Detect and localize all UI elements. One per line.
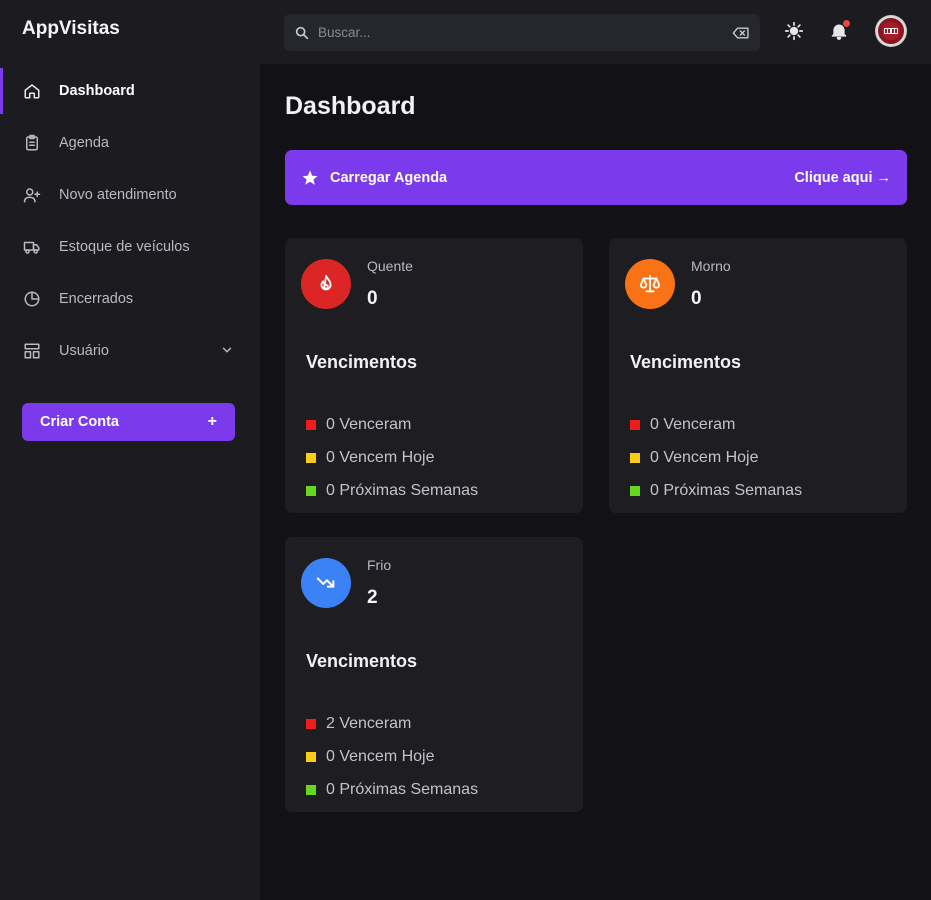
due-list: 0 Venceram 0 Vencem Hoje 0 Próximas Sema…	[630, 408, 802, 507]
search-box[interactable]	[284, 14, 760, 51]
card-value: 2	[367, 587, 378, 608]
pie-chart-icon	[22, 289, 42, 309]
list-item: 0 Próximas Semanas	[306, 773, 478, 806]
banner-link[interactable]: Clique aqui →	[794, 170, 891, 186]
card-icon-circle	[301, 558, 351, 608]
list-item-text: 0 Venceram	[326, 415, 412, 433]
app-title: AppVisitas	[22, 18, 120, 39]
list-item: 0 Próximas Semanas	[306, 474, 478, 507]
status-square	[630, 419, 640, 430]
user-plus-icon	[22, 185, 42, 205]
sidebar: AppVisitas Dashboard Agenda Novo atendim…	[0, 0, 260, 900]
status-card-morno: Morno 0 Vencimentos 0 Venceram 0 Vencem …	[609, 238, 907, 513]
card-value: 0	[367, 288, 378, 309]
clear-icon[interactable]	[732, 26, 750, 40]
card-icon-circle	[625, 259, 675, 309]
status-square	[306, 751, 316, 762]
sidebar-item-label: Encerrados	[59, 291, 134, 307]
sidebar-item-encerrados[interactable]: Encerrados	[0, 273, 260, 325]
sidebar-item-label: Novo atendimento	[59, 187, 177, 203]
due-list: 2 Venceram 0 Vencem Hoje 0 Próximas Sema…	[306, 707, 478, 806]
list-item-text: 0 Próximas Semanas	[650, 481, 803, 499]
card-value: 0	[691, 288, 702, 309]
card-label: Quente	[367, 258, 413, 274]
list-item-text: 0 Vencem Hoje	[326, 448, 435, 466]
sidebar-item-label: Dashboard	[59, 83, 135, 99]
status-square	[306, 718, 316, 729]
topbar	[260, 0, 931, 64]
sidebar-item-usuario[interactable]: Usuário	[0, 325, 260, 377]
status-square	[630, 452, 640, 463]
brand-logo-icon	[876, 16, 906, 46]
list-item-text: 0 Venceram	[650, 415, 736, 433]
list-item-text: 0 Próximas Semanas	[326, 481, 479, 499]
status-square	[306, 419, 316, 430]
status-square	[306, 784, 316, 795]
page-title: Dashboard	[285, 92, 416, 120]
due-list: 0 Venceram 0 Vencem Hoje 0 Próximas Sema…	[306, 408, 478, 507]
create-account-label: Criar Conta	[40, 414, 119, 430]
list-item-text: 0 Vencem Hoje	[326, 747, 435, 765]
sidebar-item-label: Usuário	[59, 343, 109, 359]
truck-icon	[22, 237, 42, 257]
status-square	[306, 485, 316, 496]
list-item: 0 Vencem Hoje	[630, 441, 802, 474]
list-item: 0 Venceram	[630, 408, 802, 441]
card-icon-circle	[301, 259, 351, 309]
flame-icon	[320, 274, 332, 291]
clipboard-icon	[22, 133, 42, 153]
card-heading: Vencimentos	[630, 352, 742, 372]
sidebar-item-novo-atendimento[interactable]: Novo atendimento	[0, 169, 260, 221]
load-agenda-banner[interactable]: Carregar Agenda Clique aqui →	[285, 150, 907, 205]
scale-icon	[639, 274, 661, 293]
search-icon	[295, 26, 309, 39]
list-item: 0 Vencem Hoje	[306, 441, 478, 474]
sidebar-item-label: Agenda	[59, 135, 109, 151]
notifications-button[interactable]	[828, 20, 850, 42]
list-item-text: 0 Próximas Semanas	[326, 780, 479, 798]
home-icon	[22, 81, 42, 101]
chevron-down-icon[interactable]	[220, 343, 234, 357]
sidebar-item-label: Estoque de veículos	[59, 239, 190, 255]
list-item: 0 Próximas Semanas	[630, 474, 802, 507]
sidebar-nav: Dashboard Agenda Novo atendimento Estoqu…	[0, 65, 260, 377]
status-card-quente: Quente 0 Vencimentos 0 Venceram 0 Vencem…	[285, 238, 583, 513]
layout-icon	[22, 341, 42, 361]
list-item-text: 2 Venceram	[326, 714, 412, 732]
trending-down-icon	[316, 577, 335, 588]
sidebar-item-dashboard[interactable]: Dashboard	[0, 65, 260, 117]
sun-icon	[784, 21, 804, 41]
theme-toggle-button[interactable]	[783, 20, 805, 42]
notification-dot	[843, 20, 850, 27]
list-item-text: 0 Vencem Hoje	[650, 448, 759, 466]
create-account-button[interactable]: Criar Conta +	[22, 403, 235, 441]
star-icon	[302, 170, 318, 185]
card-heading: Vencimentos	[306, 651, 418, 671]
status-square	[630, 485, 640, 496]
card-label: Morno	[691, 258, 731, 274]
list-item: 0 Vencem Hoje	[306, 740, 478, 773]
sidebar-item-agenda[interactable]: Agenda	[0, 117, 260, 169]
banner-text: Carregar Agenda	[330, 169, 448, 186]
plus-icon: +	[207, 413, 217, 430]
avatar[interactable]	[875, 15, 907, 47]
search-input[interactable]	[318, 25, 732, 40]
list-item: 0 Venceram	[306, 408, 478, 441]
status-card-frio: Frio 2 Vencimentos 2 Venceram 0 Vencem H…	[285, 537, 583, 812]
sidebar-item-estoque[interactable]: Estoque de veículos	[0, 221, 260, 273]
status-square	[306, 452, 316, 463]
card-label: Frio	[367, 557, 392, 573]
list-item: 2 Venceram	[306, 707, 478, 740]
card-heading: Vencimentos	[306, 352, 418, 372]
